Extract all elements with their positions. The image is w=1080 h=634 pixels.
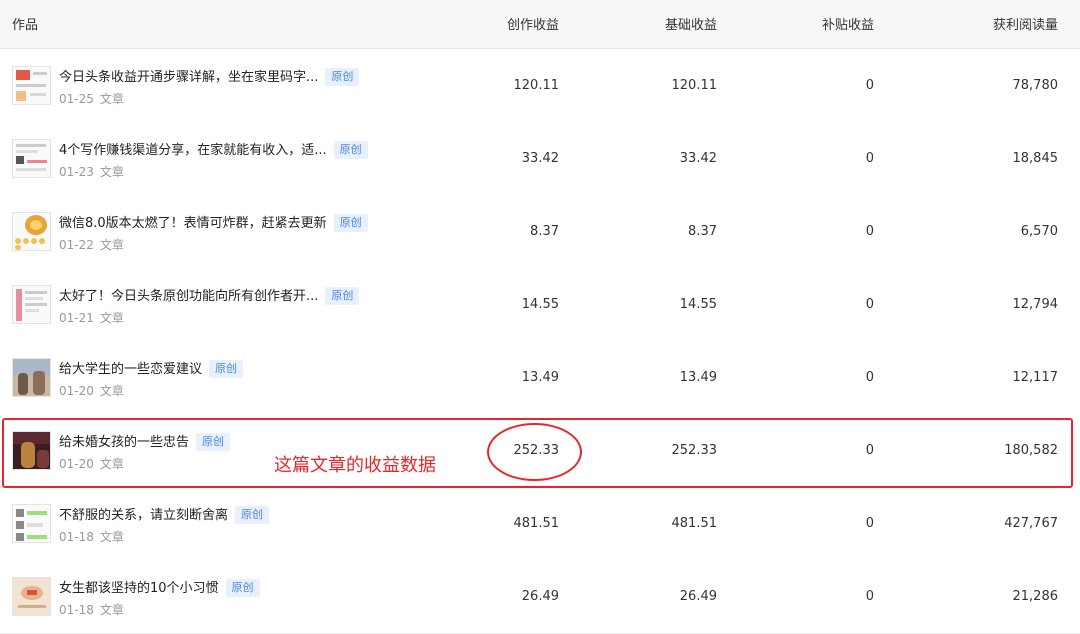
column-base-income[interactable]: 基础收益 [665,14,717,33]
article-date: 01-21 [59,311,94,325]
original-badge: 原创 [209,360,244,378]
article-title[interactable]: 今日头条收益开通步骤详解，坐在家里码字... 原创 [59,66,360,86]
table-row[interactable]: 4个写作赚钱渠道分享，在家就能有收入，适... 原创 01-23 文章 33.42 … [0,122,1080,196]
base-income-value: 481.51 [671,516,718,531]
reads-value: 21,286 [1012,589,1059,604]
article-meta: 01-25 文章 [59,90,124,107]
creation-income-value: 120.11 [513,78,560,93]
base-income-value: 8.37 [688,224,717,239]
base-income-value: 13.49 [679,370,717,385]
original-badge: 原创 [333,141,368,159]
article-thumbnail[interactable] [12,431,51,470]
article-type: 文章 [99,165,124,179]
annotation-text: 这篇文章的收益数据 [274,455,436,476]
original-badge: 原创 [333,214,368,232]
table-row[interactable]: 太好了！今日头条原创功能向所有创作者开... 原创 01-21 文章 14.55 1… [0,268,1080,342]
reads-value: 427,767 [1004,516,1058,531]
table-row[interactable]: 微信8.0版本太燃了！表情可炸群，赶紧去更新 原创 01-22 文章 8.37 8.… [0,195,1080,269]
column-creation-income[interactable]: 创作收益 [507,14,559,33]
subsidy-income-value: 0 [865,78,874,93]
article-thumbnail[interactable] [12,139,51,178]
article-date: 01-25 [59,92,94,106]
article-title[interactable]: 给大学生的一些恋爱建议 原创 [59,358,244,378]
article-title[interactable]: 微信8.0版本太燃了！表情可炸群，赶紧去更新 原创 [59,212,368,232]
subsidy-income-value: 0 [865,589,874,604]
article-date: 01-18 [59,530,94,544]
reads-value: 12,794 [1012,297,1059,312]
article-type: 文章 [99,457,124,471]
creation-income-value: 14.55 [521,297,559,312]
article-type: 文章 [99,311,124,325]
table-header: 作品 创作收益 基础收益 补贴收益 获利阅读量 [0,0,1080,49]
article-title[interactable]: 太好了！今日头条原创功能向所有创作者开... 原创 [59,285,360,305]
creation-income-value: 481.51 [513,516,560,531]
article-date: 01-23 [59,165,94,179]
subsidy-income-value: 0 [865,297,874,312]
table-row[interactable]: 给大学生的一些恋爱建议 原创 01-20 文章 13.49 13.49 0 12,1… [0,341,1080,415]
subsidy-income-value: 0 [865,516,874,531]
article-type: 文章 [99,603,124,617]
base-income-value: 33.42 [679,151,717,166]
article-meta: 01-23 文章 [59,163,124,180]
original-badge: 原创 [235,506,270,524]
article-meta: 01-18 文章 [59,528,124,545]
article-meta: 01-21 文章 [59,309,124,326]
creation-income-value: 252.33 [513,443,560,458]
article-thumbnail[interactable] [12,66,51,105]
article-thumbnail[interactable] [12,577,51,616]
base-income-value: 252.33 [671,443,718,458]
article-thumbnail[interactable] [12,504,51,543]
original-badge: 原创 [325,68,360,86]
article-type: 文章 [99,92,124,106]
original-badge: 原创 [196,433,231,451]
column-reads[interactable]: 获利阅读量 [993,14,1058,33]
article-thumbnail[interactable] [12,285,51,324]
article-title[interactable]: 女生都该坚持的10个小习惯 原创 [59,577,260,597]
table-row[interactable]: 不舒服的关系，请立刻断舍离 原创 01-18 文章 481.51 481.51 0 … [0,487,1080,561]
article-thumbnail[interactable] [12,212,51,251]
base-income-value: 120.11 [671,78,718,93]
table-row[interactable]: 今日头条收益开通步骤详解，坐在家里码字... 原创 01-25 文章 120.11 … [0,49,1080,123]
article-thumbnail[interactable] [12,358,51,397]
creation-income-value: 13.49 [521,370,559,385]
table-row[interactable]: 女生都该坚持的10个小习惯 原创 01-18 文章 26.49 26.49 0 21… [0,560,1080,634]
subsidy-income-value: 0 [865,224,874,239]
creation-income-value: 8.37 [530,224,559,239]
article-title[interactable]: 不舒服的关系，请立刻断舍离 原创 [59,504,270,524]
subsidy-income-value: 0 [865,151,874,166]
article-date: 01-18 [59,603,94,617]
article-type: 文章 [99,238,124,252]
subsidy-income-value: 0 [865,443,874,458]
article-meta: 01-20 文章 [59,382,124,399]
creation-income-value: 26.49 [521,589,559,604]
original-badge: 原创 [325,287,360,305]
reads-value: 180,582 [1004,443,1058,458]
base-income-value: 26.49 [679,589,717,604]
creation-income-value: 33.42 [521,151,559,166]
reads-value: 18,845 [1012,151,1059,166]
article-date: 01-20 [59,384,94,398]
base-income-value: 14.55 [679,297,717,312]
original-badge: 原创 [225,579,260,597]
article-title[interactable]: 给未婚女孩的一些忠告 原创 [59,431,231,451]
article-date: 01-22 [59,238,94,252]
article-meta: 01-18 文章 [59,601,124,618]
reads-value: 6,570 [1020,224,1058,239]
column-work: 作品 [12,18,39,33]
reads-value: 12,117 [1012,370,1059,385]
table-row[interactable]: 给未婚女孩的一些忠告 原创 01-20 文章 252.33 252.33 0 180… [0,414,1080,488]
article-title[interactable]: 4个写作赚钱渠道分享，在家就能有收入，适... 原创 [59,139,368,159]
reads-value: 78,780 [1012,78,1059,93]
article-date: 01-20 [59,457,94,471]
article-type: 文章 [99,530,124,544]
column-subsidy-income[interactable]: 补贴收益 [822,14,874,33]
article-meta: 01-20 文章 [59,455,124,472]
article-type: 文章 [99,384,124,398]
article-meta: 01-22 文章 [59,236,124,253]
subsidy-income-value: 0 [865,370,874,385]
